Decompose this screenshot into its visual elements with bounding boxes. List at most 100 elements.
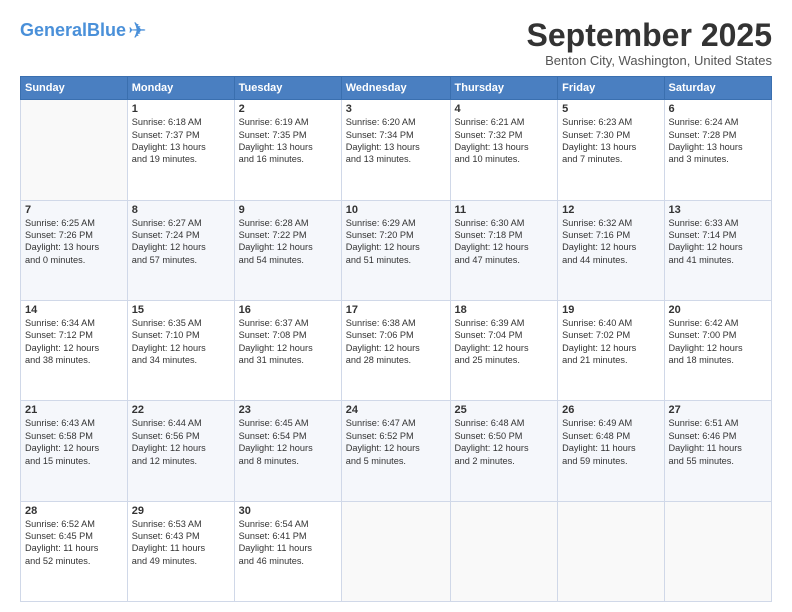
day-detail: Sunrise: 6:19 AMSunset: 7:35 PMDaylight:…	[239, 116, 337, 166]
day-detail: Sunrise: 6:33 AMSunset: 7:14 PMDaylight:…	[669, 217, 768, 267]
day-number: 9	[239, 204, 337, 216]
day-number: 29	[132, 505, 230, 517]
day-number: 22	[132, 404, 230, 416]
day-detail: Sunrise: 6:45 AMSunset: 6:54 PMDaylight:…	[239, 417, 337, 467]
day-number: 16	[239, 304, 337, 316]
table-row: 23Sunrise: 6:45 AMSunset: 6:54 PMDayligh…	[234, 401, 341, 501]
table-row: 8Sunrise: 6:27 AMSunset: 7:24 PMDaylight…	[127, 200, 234, 300]
table-row: 24Sunrise: 6:47 AMSunset: 6:52 PMDayligh…	[341, 401, 450, 501]
day-detail: Sunrise: 6:39 AMSunset: 7:04 PMDaylight:…	[455, 317, 554, 367]
header-friday: Friday	[558, 77, 664, 100]
day-detail: Sunrise: 6:38 AMSunset: 7:06 PMDaylight:…	[346, 317, 446, 367]
day-number: 5	[562, 103, 659, 115]
day-number: 25	[455, 404, 554, 416]
day-detail: Sunrise: 6:37 AMSunset: 7:08 PMDaylight:…	[239, 317, 337, 367]
table-row: 25Sunrise: 6:48 AMSunset: 6:50 PMDayligh…	[450, 401, 558, 501]
table-row	[21, 100, 128, 200]
day-number: 10	[346, 204, 446, 216]
table-row: 9Sunrise: 6:28 AMSunset: 7:22 PMDaylight…	[234, 200, 341, 300]
calendar-table: Sunday Monday Tuesday Wednesday Thursday…	[20, 76, 772, 602]
page-header: GeneralBlue ✈ September 2025 Benton City…	[20, 18, 772, 68]
table-row: 19Sunrise: 6:40 AMSunset: 7:02 PMDayligh…	[558, 300, 664, 400]
table-row: 17Sunrise: 6:38 AMSunset: 7:06 PMDayligh…	[341, 300, 450, 400]
table-row: 27Sunrise: 6:51 AMSunset: 6:46 PMDayligh…	[664, 401, 772, 501]
logo-blue: Blue	[87, 20, 126, 40]
table-row: 10Sunrise: 6:29 AMSunset: 7:20 PMDayligh…	[341, 200, 450, 300]
day-number: 21	[25, 404, 123, 416]
day-detail: Sunrise: 6:23 AMSunset: 7:30 PMDaylight:…	[562, 116, 659, 166]
day-detail: Sunrise: 6:47 AMSunset: 6:52 PMDaylight:…	[346, 417, 446, 467]
title-block: September 2025 Benton City, Washington, …	[527, 18, 772, 68]
logo-bird-icon: ✈	[128, 18, 146, 44]
calendar-week-3: 14Sunrise: 6:34 AMSunset: 7:12 PMDayligh…	[21, 300, 772, 400]
day-number: 14	[25, 304, 123, 316]
table-row: 7Sunrise: 6:25 AMSunset: 7:26 PMDaylight…	[21, 200, 128, 300]
table-row: 2Sunrise: 6:19 AMSunset: 7:35 PMDaylight…	[234, 100, 341, 200]
day-detail: Sunrise: 6:40 AMSunset: 7:02 PMDaylight:…	[562, 317, 659, 367]
day-detail: Sunrise: 6:21 AMSunset: 7:32 PMDaylight:…	[455, 116, 554, 166]
day-number: 8	[132, 204, 230, 216]
table-row: 3Sunrise: 6:20 AMSunset: 7:34 PMDaylight…	[341, 100, 450, 200]
table-row: 20Sunrise: 6:42 AMSunset: 7:00 PMDayligh…	[664, 300, 772, 400]
calendar-week-1: 1Sunrise: 6:18 AMSunset: 7:37 PMDaylight…	[21, 100, 772, 200]
day-detail: Sunrise: 6:52 AMSunset: 6:45 PMDaylight:…	[25, 518, 123, 568]
day-detail: Sunrise: 6:54 AMSunset: 6:41 PMDaylight:…	[239, 518, 337, 568]
day-number: 1	[132, 103, 230, 115]
day-number: 19	[562, 304, 659, 316]
day-number: 27	[669, 404, 768, 416]
day-detail: Sunrise: 6:28 AMSunset: 7:22 PMDaylight:…	[239, 217, 337, 267]
table-row: 26Sunrise: 6:49 AMSunset: 6:48 PMDayligh…	[558, 401, 664, 501]
table-row: 5Sunrise: 6:23 AMSunset: 7:30 PMDaylight…	[558, 100, 664, 200]
calendar-week-2: 7Sunrise: 6:25 AMSunset: 7:26 PMDaylight…	[21, 200, 772, 300]
table-row	[558, 501, 664, 601]
day-detail: Sunrise: 6:34 AMSunset: 7:12 PMDaylight:…	[25, 317, 123, 367]
header-thursday: Thursday	[450, 77, 558, 100]
day-detail: Sunrise: 6:20 AMSunset: 7:34 PMDaylight:…	[346, 116, 446, 166]
day-detail: Sunrise: 6:25 AMSunset: 7:26 PMDaylight:…	[25, 217, 123, 267]
table-row: 28Sunrise: 6:52 AMSunset: 6:45 PMDayligh…	[21, 501, 128, 601]
day-detail: Sunrise: 6:48 AMSunset: 6:50 PMDaylight:…	[455, 417, 554, 467]
header-monday: Monday	[127, 77, 234, 100]
table-row: 30Sunrise: 6:54 AMSunset: 6:41 PMDayligh…	[234, 501, 341, 601]
calendar-week-4: 21Sunrise: 6:43 AMSunset: 6:58 PMDayligh…	[21, 401, 772, 501]
header-wednesday: Wednesday	[341, 77, 450, 100]
table-row	[450, 501, 558, 601]
day-detail: Sunrise: 6:43 AMSunset: 6:58 PMDaylight:…	[25, 417, 123, 467]
day-detail: Sunrise: 6:18 AMSunset: 7:37 PMDaylight:…	[132, 116, 230, 166]
day-number: 4	[455, 103, 554, 115]
day-number: 13	[669, 204, 768, 216]
table-row: 11Sunrise: 6:30 AMSunset: 7:18 PMDayligh…	[450, 200, 558, 300]
day-detail: Sunrise: 6:35 AMSunset: 7:10 PMDaylight:…	[132, 317, 230, 367]
logo-text: GeneralBlue	[20, 21, 126, 41]
table-row: 12Sunrise: 6:32 AMSunset: 7:16 PMDayligh…	[558, 200, 664, 300]
table-row: 15Sunrise: 6:35 AMSunset: 7:10 PMDayligh…	[127, 300, 234, 400]
day-number: 23	[239, 404, 337, 416]
day-number: 7	[25, 204, 123, 216]
calendar-page: GeneralBlue ✈ September 2025 Benton City…	[0, 0, 792, 612]
day-number: 6	[669, 103, 768, 115]
day-number: 12	[562, 204, 659, 216]
day-detail: Sunrise: 6:24 AMSunset: 7:28 PMDaylight:…	[669, 116, 768, 166]
table-row: 14Sunrise: 6:34 AMSunset: 7:12 PMDayligh…	[21, 300, 128, 400]
day-number: 28	[25, 505, 123, 517]
day-detail: Sunrise: 6:27 AMSunset: 7:24 PMDaylight:…	[132, 217, 230, 267]
header-tuesday: Tuesday	[234, 77, 341, 100]
day-number: 18	[455, 304, 554, 316]
day-detail: Sunrise: 6:32 AMSunset: 7:16 PMDaylight:…	[562, 217, 659, 267]
table-row: 16Sunrise: 6:37 AMSunset: 7:08 PMDayligh…	[234, 300, 341, 400]
header-saturday: Saturday	[664, 77, 772, 100]
day-number: 15	[132, 304, 230, 316]
day-number: 17	[346, 304, 446, 316]
day-number: 26	[562, 404, 659, 416]
day-detail: Sunrise: 6:51 AMSunset: 6:46 PMDaylight:…	[669, 417, 768, 467]
day-detail: Sunrise: 6:42 AMSunset: 7:00 PMDaylight:…	[669, 317, 768, 367]
month-title: September 2025	[527, 18, 772, 53]
day-number: 3	[346, 103, 446, 115]
day-number: 20	[669, 304, 768, 316]
table-row: 29Sunrise: 6:53 AMSunset: 6:43 PMDayligh…	[127, 501, 234, 601]
day-detail: Sunrise: 6:29 AMSunset: 7:20 PMDaylight:…	[346, 217, 446, 267]
logo-general: General	[20, 20, 87, 40]
table-row: 21Sunrise: 6:43 AMSunset: 6:58 PMDayligh…	[21, 401, 128, 501]
day-number: 30	[239, 505, 337, 517]
table-row: 18Sunrise: 6:39 AMSunset: 7:04 PMDayligh…	[450, 300, 558, 400]
